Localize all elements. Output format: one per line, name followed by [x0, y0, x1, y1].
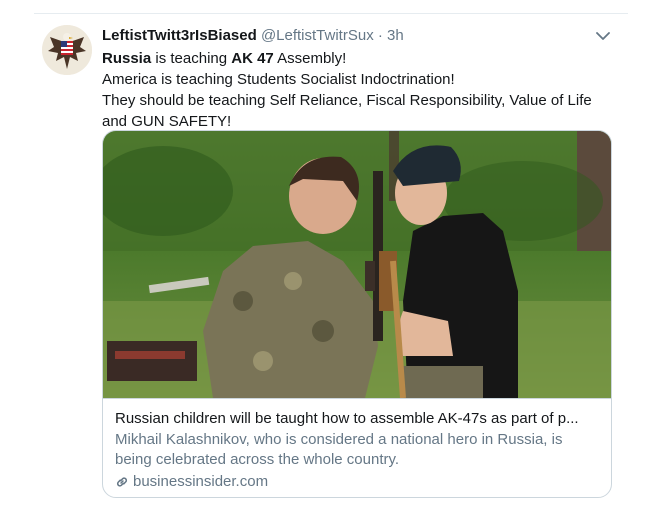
- card-domain[interactable]: businessinsider.com: [115, 472, 599, 492]
- chevron-down-icon[interactable]: [592, 26, 614, 46]
- tweet-line-1-text-b: Assembly!: [273, 50, 347, 67]
- card-description: Mikhail Kalashnikov, who is considered a…: [115, 431, 563, 468]
- bold-ak47: AK 47: [231, 50, 274, 67]
- tweet-line-1-text-a: is teaching: [151, 50, 232, 67]
- hashtag-russia: Russia: [102, 50, 152, 67]
- card-image: [103, 131, 611, 398]
- display-name[interactable]: LeftistTwitt3rIsBiased: [102, 27, 257, 44]
- tweet-line-1: Russia is teaching AK 47 Assembly!: [102, 48, 612, 69]
- dot-separator: ·: [377, 27, 383, 44]
- timestamp[interactable]: 3h: [387, 27, 404, 44]
- card-domain-text: businessinsider.com: [133, 473, 269, 490]
- card-title[interactable]: Russian children will be taught how to a…: [115, 409, 599, 429]
- user-handle[interactable]: @LeftistTwitrSux: [261, 27, 374, 44]
- top-divider: [34, 13, 628, 14]
- link-card[interactable]: Russian children will be taught how to a…: [102, 130, 612, 498]
- tweet-line-4: and GUN SAFETY!: [102, 113, 232, 130]
- tweet-text: Russia is teaching AK 47 Assembly! Ameri…: [102, 48, 612, 132]
- tweet-header: LeftistTwitt3rIsBiased @LeftistTwitrSux …: [102, 25, 612, 47]
- avatar[interactable]: [42, 25, 92, 75]
- tweet-line-2: America is teaching Students Socialist I…: [102, 71, 455, 88]
- link-icon: [115, 475, 129, 489]
- eagle-flag-avatar-icon: [42, 25, 92, 75]
- tweet-line-3: They should be teaching Self Reliance, F…: [102, 92, 592, 109]
- card-body: Russian children will be taught how to a…: [103, 398, 611, 497]
